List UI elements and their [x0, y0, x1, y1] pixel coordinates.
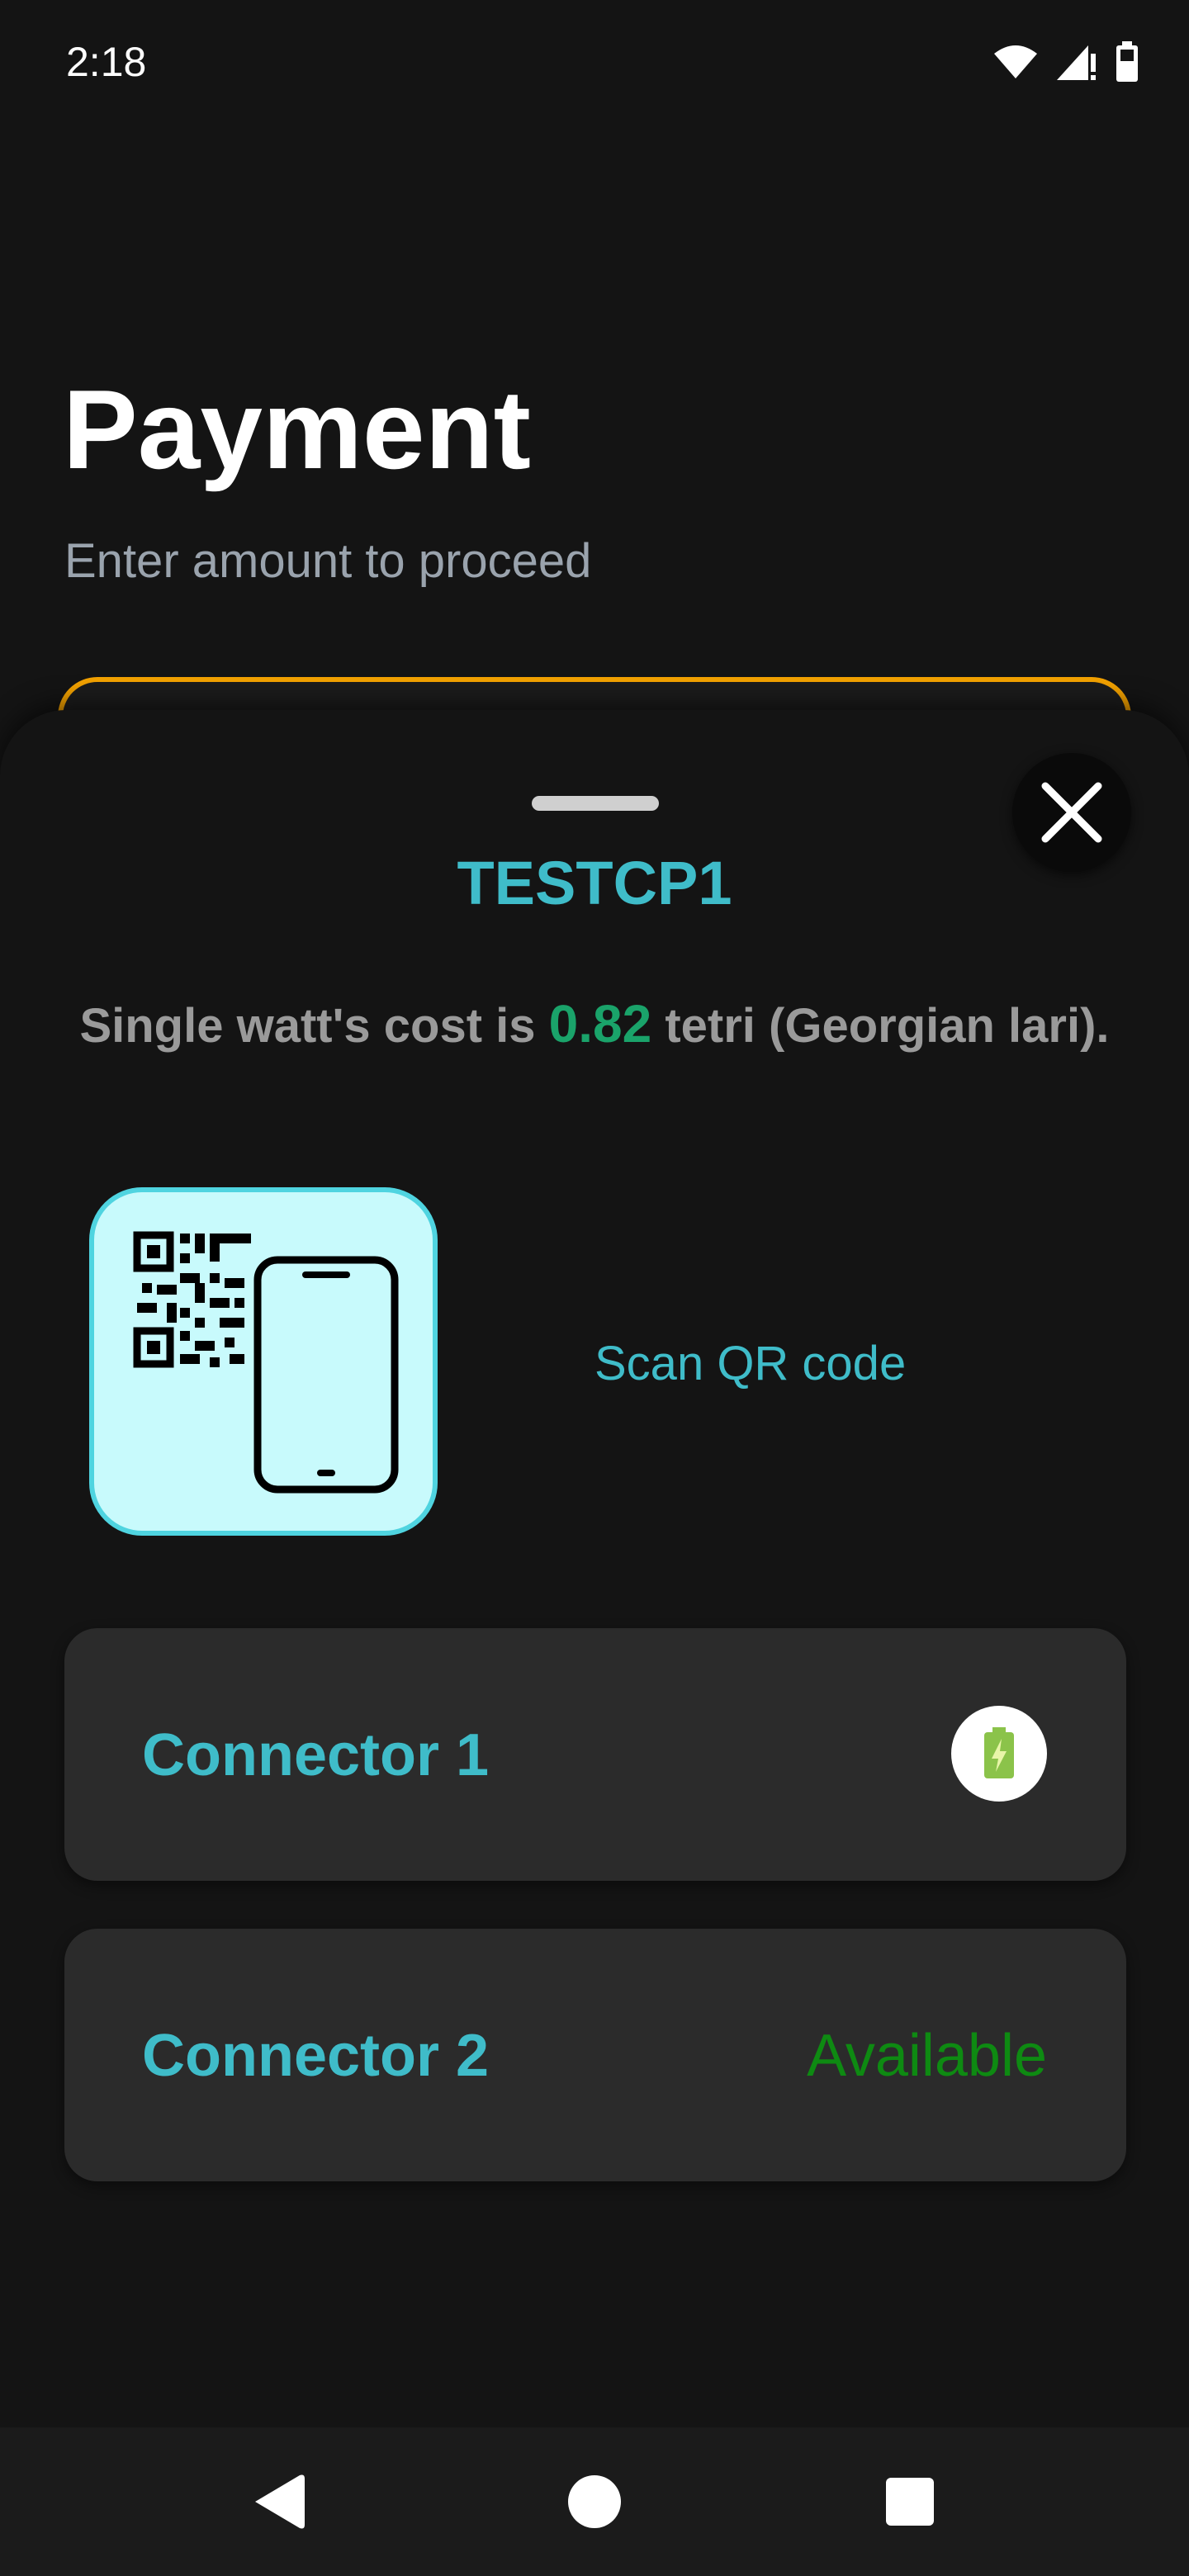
status-time: 2:18	[66, 39, 147, 85]
page-subtitle: Enter amount to proceed	[64, 534, 592, 588]
scan-qr-label[interactable]: Scan QR code	[594, 1331, 906, 1397]
sheet-drag-handle[interactable]	[532, 796, 659, 811]
home-button[interactable]	[553, 2460, 636, 2543]
station-name: TESTCP1	[457, 849, 732, 917]
connector-status: Available	[807, 2023, 1047, 2089]
status-icons	[992, 33, 1139, 91]
back-button[interactable]	[238, 2460, 320, 2543]
charging-status-badge	[951, 1706, 1047, 1802]
close-icon	[1041, 782, 1102, 843]
connector-name: Connector 1	[142, 1722, 490, 1788]
battery-icon	[1116, 41, 1138, 82]
recents-button[interactable]	[869, 2460, 951, 2543]
home-icon	[568, 2475, 621, 2528]
connector-card-1[interactable]: Connector 1	[64, 1628, 1126, 1881]
wifi-icon	[994, 45, 1037, 78]
navigation-bar	[0, 2427, 1189, 2576]
status-bar: 2:18	[0, 0, 1189, 116]
cost-value: 0.82	[548, 994, 652, 1054]
qr-phone-icon	[133, 1231, 399, 1494]
back-icon	[255, 2474, 305, 2529]
page-title: Payment	[63, 367, 531, 492]
watt-cost-text: Single watt's cost is 0.82 tetri (Georgi…	[0, 991, 1189, 1059]
charger-bottom-sheet: TESTCP1 Single watt's cost is 0.82 tetri…	[0, 710, 1189, 2427]
recents-icon	[886, 2478, 934, 2526]
payment-screen: 2:18 Payment Enter amount to proceed TES…	[0, 0, 1189, 2576]
charging-battery-icon	[984, 1727, 1014, 1778]
cost-suffix: tetri (Georgian lari).	[665, 999, 1110, 1053]
cellular-signal-icon	[1057, 45, 1096, 80]
scan-qr-button[interactable]	[89, 1187, 438, 1536]
cost-prefix: Single watt's cost is	[79, 999, 536, 1053]
connector-name: Connector 2	[142, 2023, 490, 2089]
connector-card-2[interactable]: Connector 2 Available	[64, 1929, 1126, 2181]
